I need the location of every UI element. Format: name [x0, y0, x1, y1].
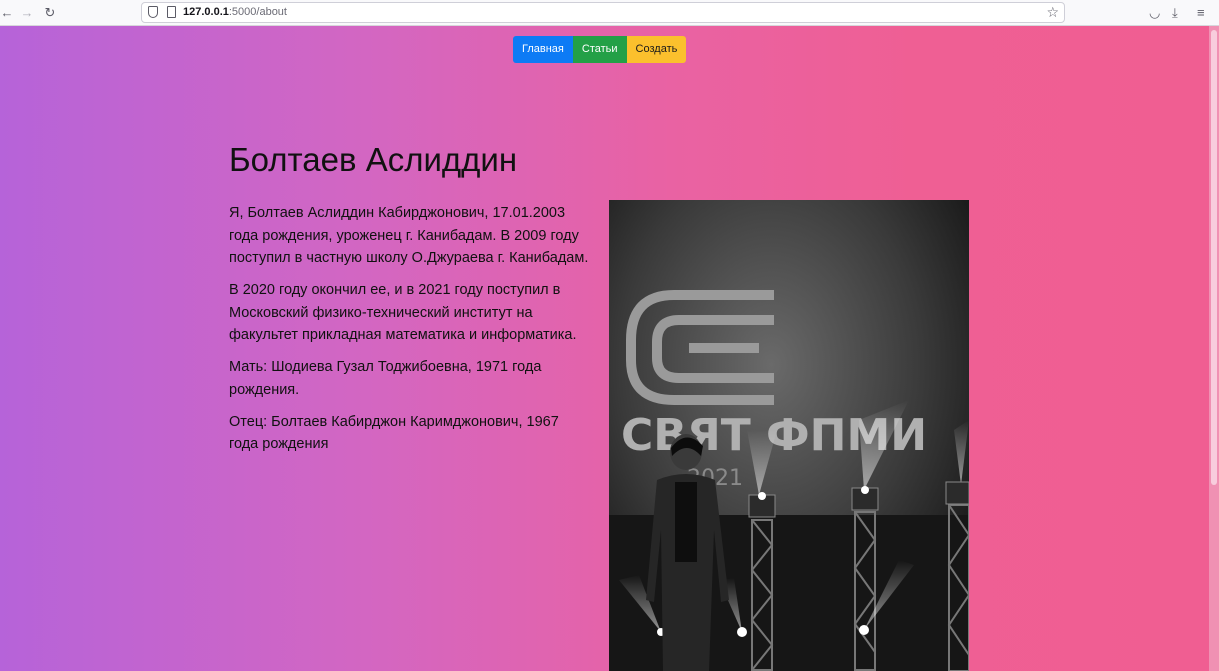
- forward-arrow-icon[interactable]: →: [18, 4, 36, 22]
- scrollbar[interactable]: [1209, 26, 1219, 671]
- main-nav: Главная Статьи Создать: [513, 36, 687, 63]
- bio-paragraph: Мать: Шодиева Гузал Тоджибоевна, 1971 го…: [229, 359, 542, 398]
- bio-paragraph: Я, Болтаев Аслиддин Кабирджонович, 17.01…: [229, 205, 589, 266]
- bio-text: Я, Болтаев Аслиддин Кабирджонович, 17.01…: [229, 202, 589, 465]
- back-arrow-icon[interactable]: ←: [0, 4, 16, 22]
- page-body: Главная Статьи Создать Болтаев Аслиддин …: [0, 26, 1219, 671]
- reload-icon[interactable]: ↻: [41, 4, 59, 22]
- browser-toolbar: ← → ↻ 127.0.0.1:5000/about ☆ ◡ ⤓ ≡: [0, 0, 1219, 26]
- url-text[interactable]: 127.0.0.1:5000/about: [183, 6, 287, 18]
- page-icon: [167, 6, 176, 18]
- bookmark-star-icon[interactable]: ☆: [1046, 4, 1059, 21]
- url-path: :5000/about: [228, 6, 287, 18]
- pocket-icon[interactable]: ◡: [1149, 4, 1160, 22]
- shield-icon[interactable]: [148, 6, 158, 18]
- bio-paragraph: Отец: Болтаев Кабирджон Каримджонович, 1…: [229, 413, 559, 453]
- articles-button[interactable]: Статьи: [572, 36, 627, 63]
- url-host: 127.0.0.1: [183, 6, 229, 18]
- create-button[interactable]: Создать: [626, 36, 687, 63]
- profile-photo: СВЯТ ФПМИ 2021: [609, 200, 969, 671]
- home-button[interactable]: Главная: [513, 36, 573, 63]
- address-bar[interactable]: 127.0.0.1:5000/about ☆: [141, 2, 1065, 23]
- page-title: Болтаев Аслиддин: [229, 141, 518, 178]
- menu-icon[interactable]: ≡: [1197, 4, 1205, 22]
- download-icon[interactable]: ⤓: [1172, 4, 1178, 22]
- scrollbar-thumb[interactable]: [1211, 30, 1217, 485]
- bio-paragraph: В 2020 году окончил ее, и в 2021 году по…: [229, 282, 577, 343]
